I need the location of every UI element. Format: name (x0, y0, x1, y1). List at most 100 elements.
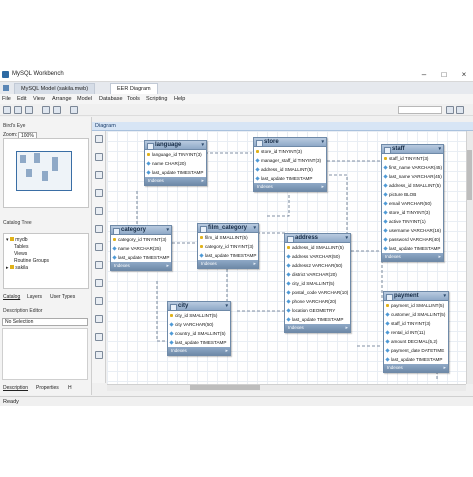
column-row[interactable]: district VARCHAR(20) (285, 270, 350, 279)
menu-help[interactable]: Help (174, 96, 185, 102)
column-row[interactable]: category_id TINYINT(3) (111, 235, 171, 244)
search-input[interactable] (398, 106, 442, 114)
table-payment[interactable]: payment ▾ payment_id SMALLINT(5) customer… (383, 291, 449, 373)
column-row[interactable]: amount DECIMAL(5,2) (384, 337, 448, 346)
menu-file[interactable]: File (2, 96, 11, 102)
tab-model[interactable]: MySQL Model (sakila.mwb) (14, 83, 96, 94)
column-row[interactable]: rental_id INT(11) (384, 328, 448, 337)
tab-layers[interactable]: Layers (27, 294, 42, 300)
expand-icon[interactable]: ▸ (345, 324, 348, 332)
column-row[interactable]: last_update TIMESTAMP (285, 315, 350, 324)
column-row[interactable]: password VARCHAR(40) (382, 235, 443, 244)
table-staff[interactable]: staff ▾ staff_id TINYINT(3) first_name VA… (381, 144, 444, 262)
column-row[interactable]: last_update TIMESTAMP (384, 355, 448, 364)
birdseye-view[interactable] (3, 138, 89, 208)
table-header[interactable]: language ▾ (145, 141, 206, 150)
column-row[interactable]: film_id SMALLINT(5) (198, 233, 258, 242)
routine-tool-icon[interactable] (95, 279, 103, 287)
column-row[interactable]: manager_staff_id TINYINT(3) (254, 156, 326, 165)
column-row[interactable]: username VARCHAR(16) (382, 226, 443, 235)
column-row[interactable]: staff_id TINYINT(3) (382, 154, 443, 163)
column-row[interactable]: last_update TIMESTAMP (111, 253, 171, 262)
column-row[interactable]: customer_id SMALLINT(5) (384, 310, 448, 319)
indexes-footer[interactable]: Indexes ▸ (198, 260, 258, 268)
indexes-footer[interactable]: Indexes ▸ (168, 347, 230, 355)
tree-item-routine-groups[interactable]: Routine Groups (14, 258, 49, 264)
menu-tools[interactable]: Tools (127, 96, 140, 102)
column-row[interactable]: payment_id SMALLINT(5) (384, 301, 448, 310)
expand-icon[interactable]: ▸ (438, 253, 441, 261)
table-header[interactable]: staff ▾ (382, 145, 443, 154)
column-row[interactable]: name CHAR(20) (145, 159, 206, 168)
column-row[interactable]: city_id SMALLINT(5) (285, 279, 350, 288)
expand-icon[interactable]: ▸ (443, 364, 446, 372)
open-file-icon[interactable] (14, 106, 22, 114)
tab-properties[interactable]: Properties (36, 385, 59, 391)
hand-tool-icon[interactable] (95, 153, 103, 161)
image-tool-icon[interactable] (95, 225, 103, 233)
expand-icon[interactable]: ▸ (166, 262, 169, 270)
table-header[interactable]: store ▾ (254, 138, 326, 147)
column-row[interactable]: first_name VARCHAR(45) (382, 163, 443, 172)
table-header[interactable]: category ▾ (111, 226, 171, 235)
view-tool-icon[interactable] (95, 261, 103, 269)
column-row[interactable]: last_update TIMESTAMP (168, 338, 230, 347)
collapse-icon[interactable]: ▾ (438, 145, 441, 154)
collapse-icon[interactable]: ▾ (345, 234, 348, 243)
column-row[interactable]: last_update TIMESTAMP (254, 174, 326, 183)
new-file-icon[interactable] (3, 106, 11, 114)
menu-arrange[interactable]: Arrange (52, 96, 72, 102)
column-row[interactable]: last_name VARCHAR(45) (382, 172, 443, 181)
column-row[interactable]: store_id TINYINT(3) (254, 147, 326, 156)
indexes-footer[interactable]: Indexes ▸ (382, 253, 443, 261)
relation-1-1-tool-icon[interactable] (95, 297, 103, 305)
eraser-tool-icon[interactable] (95, 171, 103, 179)
collapse-icon[interactable]: ▾ (201, 141, 204, 150)
tab-user-types[interactable]: User Types (50, 294, 75, 300)
menu-model[interactable]: Model (77, 96, 92, 102)
column-row[interactable]: address2 VARCHAR(50) (285, 261, 350, 270)
indexes-footer[interactable]: Indexes ▸ (285, 324, 350, 332)
column-row[interactable]: language_id TINYINT(3) (145, 150, 206, 159)
column-row[interactable]: active TINYINT(1) (382, 217, 443, 226)
redo-icon[interactable] (53, 106, 61, 114)
note-tool-icon[interactable] (95, 207, 103, 215)
table-header[interactable]: city ▾ (168, 302, 230, 311)
table-tool-icon[interactable] (95, 243, 103, 251)
menu-scripting[interactable]: Scripting (146, 96, 167, 102)
column-row[interactable]: payment_date DATETIME (384, 346, 448, 355)
expand-icon[interactable]: ▸ (225, 347, 228, 355)
minimize-icon[interactable]: – (418, 69, 430, 80)
save-icon[interactable] (25, 106, 33, 114)
column-row[interactable]: last_update TIMESTAMP (382, 244, 443, 253)
column-row[interactable]: email VARCHAR(50) (382, 199, 443, 208)
undo-icon[interactable] (42, 106, 50, 114)
vertical-scroll-thumb[interactable] (467, 150, 472, 200)
collapse-icon[interactable]: ▾ (225, 302, 228, 311)
collapse-icon[interactable]: ▾ (321, 138, 324, 147)
collapse-icon[interactable]: ▾ (443, 292, 446, 301)
column-row[interactable]: address_id SMALLINT(5) (285, 243, 350, 252)
diagram-canvas[interactable]: language ▾ language_id TINYINT(3) name CH… (107, 131, 466, 384)
home-icon[interactable] (3, 85, 9, 91)
close-icon[interactable]: × (458, 69, 470, 80)
pointer-tool-icon[interactable] (95, 135, 103, 143)
tab-eer-diagram[interactable]: EER Diagram (110, 83, 158, 94)
expand-icon[interactable]: ▸ (253, 260, 256, 268)
column-row[interactable]: country_id SMALLINT(5) (168, 329, 230, 338)
column-row[interactable]: address_id SMALLINT(5) (382, 181, 443, 190)
column-row[interactable]: city_id SMALLINT(5) (168, 311, 230, 320)
table-store[interactable]: store ▾ store_id TINYINT(3) manager_staff… (253, 137, 327, 192)
indexes-footer[interactable]: Indexes ▸ (145, 177, 206, 185)
tab-catalog[interactable]: Catalog (3, 294, 20, 300)
column-row[interactable]: location GEOMETRY (285, 306, 350, 315)
column-row[interactable]: address_id SMALLINT(5) (254, 165, 326, 174)
toggle-grid-icon[interactable] (70, 106, 78, 114)
table-header[interactable]: payment ▾ (384, 292, 448, 301)
indexes-footer[interactable]: Indexes ▸ (254, 183, 326, 191)
column-row[interactable]: city VARCHAR(50) (168, 320, 230, 329)
column-row[interactable]: phone VARCHAR(20) (285, 297, 350, 306)
table-header[interactable]: address ▾ (285, 234, 350, 243)
indexes-footer[interactable]: Indexes ▸ (384, 364, 448, 372)
description-textarea[interactable] (2, 328, 88, 380)
